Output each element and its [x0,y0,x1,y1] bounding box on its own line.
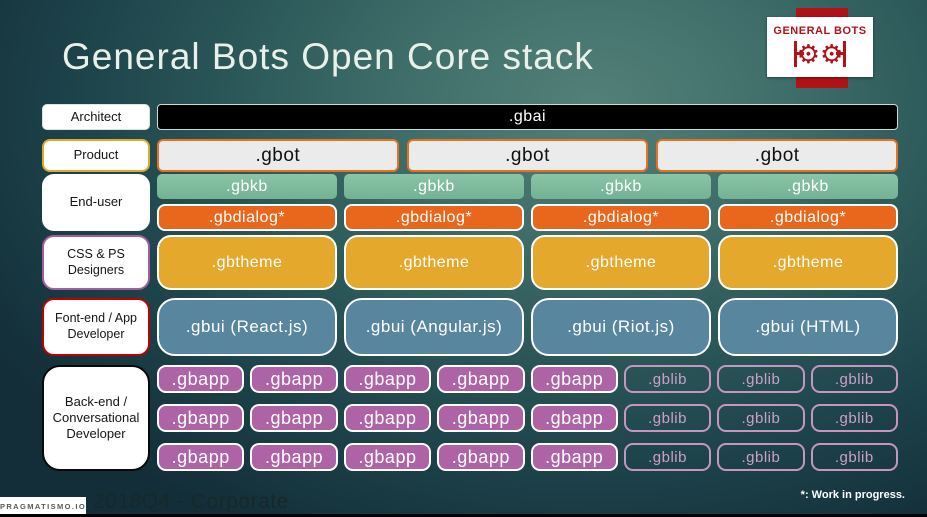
pragmatismo-badge: PRAGMATISMO.IO [0,497,86,514]
box-gbtheme: .gbtheme [531,235,711,290]
box-gbui-riot: .gbui (Riot.js) [531,298,711,356]
box-gbapp: .gbapp [530,443,618,471]
row-end-user: End-user .gbkb .gbkb .gbkb .gbkb .gbdial… [42,174,898,231]
box-gbui-react: .gbui (React.js) [157,298,337,356]
box-gbdialog: .gbdialog* [157,204,337,231]
box-gblib: .gblib [810,404,898,432]
slide-caption: 2018Q4 - Corporate [93,490,289,513]
logo-wordmark: GENERAL BOTS [773,24,867,37]
row-product: Product .gbot .gbot .gbot [42,139,899,172]
box-gbkb: .gbkb [531,174,711,199]
row-backend: Back-end / Conversational Developer .gba… [42,365,898,471]
box-gbapp: .gbapp [437,443,525,471]
box-gbai: .gbai [157,104,898,130]
label-architect: Architect [42,104,150,130]
stack-diagram: Architect .gbai Product .gbot .gbot .gbo… [42,104,899,471]
box-gbui-html: .gbui (HTML) [718,298,898,356]
box-gbapp: .gbapp [250,404,338,432]
box-gbapp: .gbapp [157,365,245,393]
box-gblib: .gblib [717,443,805,471]
box-gbapp: .gbapp [343,404,432,432]
box-gbapp: .gbapp [530,404,618,432]
label-frontend: Font-end / App Developer [42,298,150,356]
box-gblib: .gblib [717,365,805,393]
box-gbapp: .gbapp [437,365,525,393]
box-gblib: .gblib [623,365,712,393]
general-bots-logo: GENERAL BOTS ⚙ ⚙ [767,17,873,77]
box-gblib: .gblib [623,404,712,432]
box-gbkb: .gbkb [157,174,337,199]
box-gblib: .gblib [810,443,898,471]
gear-bar-right [836,40,847,67]
box-gbapp: .gbapp [530,365,618,393]
label-backend: Back-end / Conversational Developer [42,365,150,471]
box-gbtheme: .gbtheme [157,235,337,290]
box-gbdialog: .gbdialog* [344,204,524,231]
label-designers: CSS & PS Designers [42,235,150,290]
box-gbtheme: .gbtheme [344,235,524,290]
box-gbot: .gbot [406,139,649,172]
box-gblib: .gblib [810,365,898,393]
box-gbapp: .gbapp [343,365,432,393]
box-gblib: .gblib [717,404,805,432]
work-in-progress-note: *: Work in progress. [800,489,905,501]
row-frontend: Font-end / App Developer .gbui (React.js… [42,298,898,356]
row-architect: Architect .gbai [42,104,898,130]
box-gbapp: .gbapp [250,443,338,471]
box-gblib: .gblib [623,443,712,471]
gears-icon: ⚙ ⚙ [793,38,847,70]
box-gbapp: .gbapp [157,404,245,432]
label-end-user: End-user [42,174,150,231]
box-gbdialog: .gbdialog* [531,204,711,231]
box-gbdialog: .gbdialog* [718,204,898,231]
box-gbot: .gbot [157,139,399,172]
gear-bar-left [793,40,804,67]
box-gbapp: .gbapp [343,443,432,471]
label-product: Product [42,139,150,172]
page-title: General Bots Open Core stack [62,36,594,77]
slide: General Bots Open Core stack GENERAL BOT… [0,0,927,517]
box-gbtheme: .gbtheme [718,235,898,290]
box-gbapp: .gbapp [250,365,338,393]
row-designers: CSS & PS Designers .gbtheme .gbtheme .gb… [42,235,898,290]
box-gbui-angular: .gbui (Angular.js) [344,298,524,356]
box-gbapp: .gbapp [437,404,525,432]
box-gbapp: .gbapp [157,443,245,471]
box-gbkb: .gbkb [718,174,898,199]
box-gbkb: .gbkb [344,174,524,199]
box-gbot: .gbot [656,139,899,172]
